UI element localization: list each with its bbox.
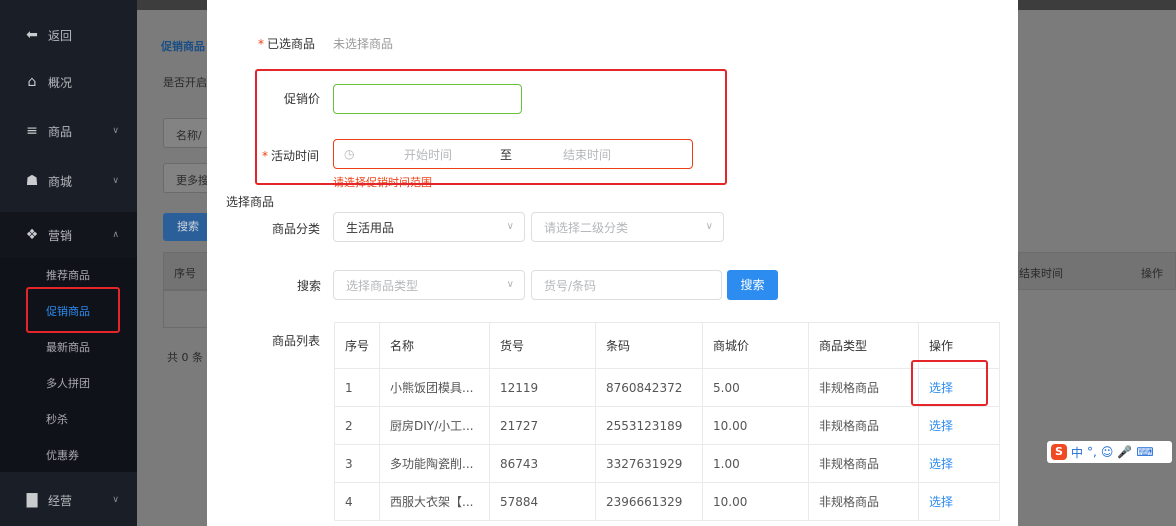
sidebar-item-goods[interactable]: ≡ 商品 ∨ — [0, 111, 137, 151]
col-sku: 货号 — [489, 322, 596, 369]
bg-section-title: 促销商品 — [161, 40, 205, 53]
category-label: 商品分类 — [272, 222, 321, 236]
goods-type-select[interactable]: 选择商品类型 ∨ — [333, 270, 525, 300]
chevron-up-icon: ∧ — [112, 230, 119, 240]
code-search-input[interactable]: 货号/条码 — [531, 270, 722, 300]
col-barcode: 条码 — [595, 322, 703, 369]
subcategory-select[interactable]: 请选择二级分类 ∨ — [531, 212, 724, 242]
keyboard-icon[interactable]: ⌨ — [1136, 445, 1153, 459]
col-action: 操作 — [918, 322, 1000, 369]
home-icon: ⌂ — [27, 74, 37, 90]
select-link[interactable]: 选择 — [929, 457, 953, 471]
category-value: 生活用品 — [346, 220, 395, 235]
bg-table-header: 序号 — [163, 252, 213, 290]
table-row: 2 厨房DIY/小工... 21727 2553123189 10.00 非规格… — [334, 406, 1000, 445]
submenu-group-buy[interactable]: 多人拼团 — [0, 366, 137, 402]
promo-price-input[interactable] — [333, 84, 522, 114]
goods-search-button[interactable]: 搜索 — [727, 270, 778, 300]
chart-icon: ▇ — [26, 492, 38, 508]
table-header-row: 序号 名称 货号 条码 商城价 商品类型 操作 — [334, 322, 1000, 369]
sidebar-item-mall[interactable]: ☗ 商城 ∨ — [0, 161, 137, 201]
menu-icon: ≡ — [26, 123, 38, 139]
goods-type-placeholder: 选择商品类型 — [346, 278, 419, 293]
sidebar-item-label: 概况 — [48, 75, 73, 90]
col-index: 序号 — [334, 322, 380, 369]
back-arrow-icon: ⬅ — [26, 27, 38, 43]
table-row: 1 小熊饭团模具... 12119 8760842372 5.00 非规格商品 … — [334, 368, 1000, 407]
activity-time-label: * 活动时间 — [262, 149, 320, 163]
bg-table-header-right: 结束时间 操作 — [1018, 252, 1176, 290]
back-label: 返回 — [48, 28, 73, 43]
sidebar-item-marketing[interactable]: ❖ 营销 ∧ — [0, 212, 137, 258]
submenu-flash-sale[interactable]: 秒杀 — [0, 402, 137, 438]
activity-time-range-picker[interactable]: ◷ 开始时间 至 结束时间 — [333, 139, 693, 169]
table-row: 4 西服大衣架【... 57884 2396661329 10.00 非规格商品… — [334, 482, 1000, 521]
col-price: 商城价 — [702, 322, 809, 369]
shop-icon: ☗ — [25, 173, 39, 189]
sidebar-item-label: 营销 — [48, 228, 73, 243]
goods-list-label: 商品列表 — [272, 334, 321, 348]
range-separator: 至 — [500, 147, 513, 162]
sidebar-item-label: 商城 — [48, 174, 73, 189]
select-link[interactable]: 选择 — [929, 495, 953, 509]
chevron-down-icon: ∨ — [705, 221, 713, 232]
table-row: 3 多功能陶瓷削... 86743 3327631929 1.00 非规格商品 … — [334, 444, 1000, 483]
sidebar-item-operations[interactable]: ▇ 经营 ∨ — [0, 480, 137, 520]
emoji-icon[interactable]: ☺ — [1101, 445, 1114, 459]
selected-goods-value: 未选择商品 — [333, 37, 394, 51]
gift-icon: ❖ — [25, 227, 39, 243]
sidebar-item-overview[interactable]: ⌂ 概况 — [0, 62, 137, 102]
back-button[interactable]: ⬅ 返回 — [0, 15, 137, 55]
col-type: 商品类型 — [808, 322, 919, 369]
chevron-down-icon: ∨ — [506, 221, 514, 232]
category-select[interactable]: 生活用品 ∨ — [333, 212, 525, 242]
select-link[interactable]: 选择 — [929, 419, 953, 433]
submenu-recommended[interactable]: 推荐商品 — [0, 258, 137, 294]
chevron-down-icon: ∨ — [112, 176, 119, 186]
ime-lang-toggle[interactable]: 中 — [1071, 444, 1083, 461]
time-error-message: 请选择促销时间范围 — [333, 176, 432, 189]
submenu-promotion[interactable]: 促销商品 — [0, 294, 137, 330]
ime-toolbar[interactable]: S 中 °, ☺ 🎤 ⌨ — [1047, 441, 1172, 463]
end-time-placeholder: 结束时间 — [563, 147, 612, 162]
bg-search-button[interactable]: 搜索 — [163, 213, 213, 241]
sogou-logo-icon: S — [1051, 444, 1067, 460]
submenu-newest[interactable]: 最新商品 — [0, 330, 137, 366]
ime-punct-toggle[interactable]: °, — [1087, 445, 1097, 459]
sidebar: ⬅ 返回 ⌂ 概况 ≡ 商品 ∨ ☗ 商城 ∨ ❖ 营销 ∧ 推荐商品 促销商品… — [0, 0, 137, 526]
selected-goods-label: * 已选商品 — [258, 37, 316, 51]
subcategory-placeholder: 请选择二级分类 — [544, 220, 629, 235]
sidebar-item-label: 商品 — [48, 124, 73, 139]
chevron-down-icon: ∨ — [112, 495, 119, 505]
promo-price-label: 促销价 — [284, 92, 321, 106]
submenu-coupon[interactable]: 优惠券 — [0, 438, 137, 474]
sidebar-item-label: 经营 — [48, 493, 73, 508]
bg-total-count: 共 0 条 — [167, 351, 203, 364]
col-name: 名称 — [379, 322, 490, 369]
start-time-placeholder: 开始时间 — [404, 147, 453, 162]
chevron-down-icon: ∨ — [112, 126, 119, 136]
select-link[interactable]: 选择 — [929, 381, 953, 395]
microphone-icon[interactable]: 🎤 — [1117, 445, 1132, 459]
code-placeholder: 货号/条码 — [544, 278, 597, 293]
bg-enable-label: 是否开启 — [163, 76, 207, 89]
chevron-down-icon: ∨ — [506, 279, 514, 290]
goods-table: 序号 名称 货号 条码 商城价 商品类型 操作 1 小熊饭团模具... 1211… — [334, 322, 1000, 521]
search-label: 搜索 — [297, 279, 322, 293]
clock-icon: ◷ — [344, 147, 355, 161]
select-goods-section-title: 选择商品 — [226, 195, 275, 209]
